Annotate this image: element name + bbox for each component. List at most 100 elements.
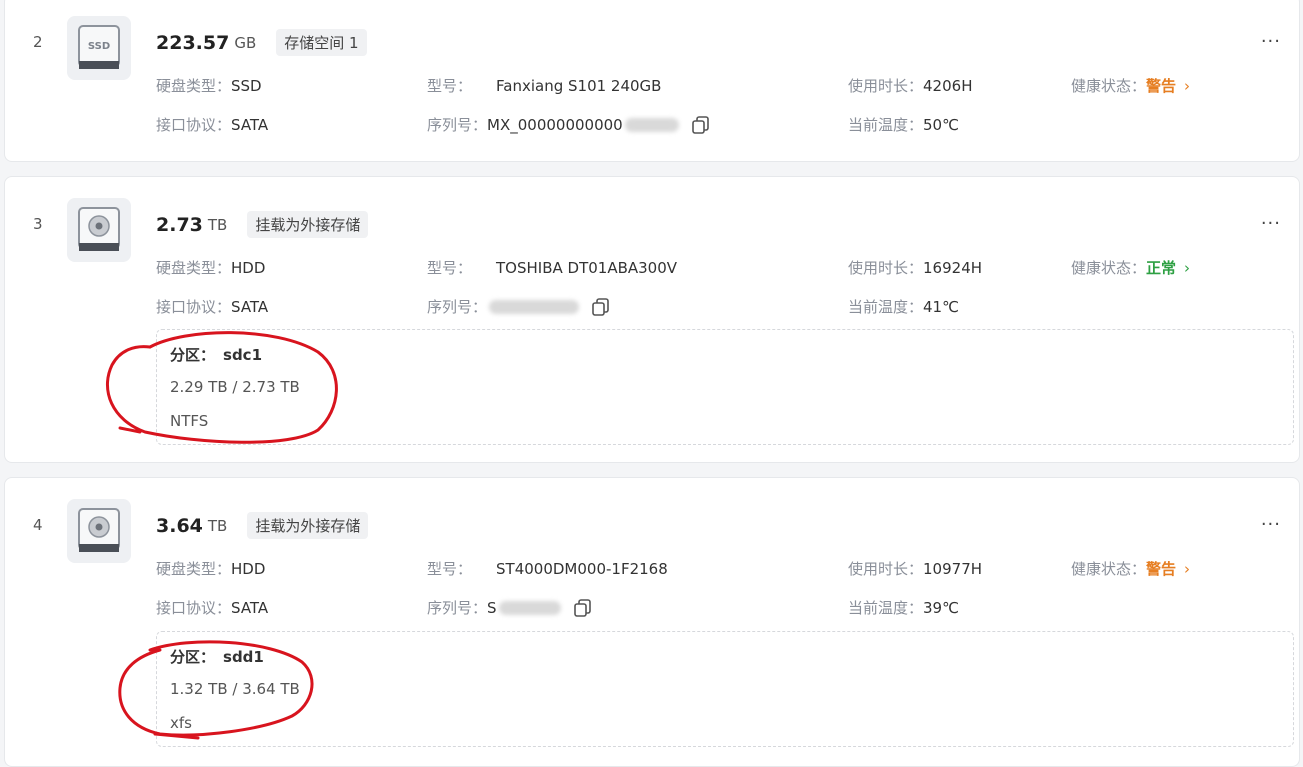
interface-value: SATA (231, 115, 269, 134)
more-options-button[interactable]: ··· (1261, 213, 1281, 234)
partition-filesystem: xfs (170, 714, 192, 732)
usage-hours-row: 使用时长： 10977H (848, 558, 982, 579)
disk-header: 223.57 GB 存储空间 1 (156, 29, 367, 56)
health-status[interactable]: 健康状态： 警告 › (1071, 75, 1190, 96)
model-value: TOSHIBA DT01ABA300V (496, 258, 678, 277)
disk-header: 2.73 TB 挂载为外接存储 (156, 211, 369, 238)
partition-size: 2.29 TB / 2.73 TB (170, 378, 300, 396)
model-value: Fanxiang S101 240GB (496, 76, 662, 95)
temperature-label: 当前温度： (848, 116, 924, 134)
model-row: 型号： Fanxiang S101 240GB (427, 75, 661, 96)
svg-text:SSD: SSD (88, 41, 110, 52)
usage-hours-value: 16924H (923, 258, 983, 277)
health-status[interactable]: 健康状态： 警告 › (1071, 558, 1190, 579)
interface-value: SATA (231, 297, 269, 316)
serial-row: 序列号： (427, 296, 611, 317)
disk-index: 4 (33, 516, 43, 534)
disk-card: 2 SSD 223.57 GB 存储空间 1 ··· 硬盘类型： SSD 接口协… (4, 0, 1300, 162)
capacity-value: 223.57 (156, 31, 230, 54)
capacity-unit: GB (234, 33, 257, 52)
partition-name: sdc1 (223, 346, 263, 364)
disk-header: 3.64 TB 挂载为外接存储 (156, 512, 369, 539)
interface-label: 接口协议： (156, 116, 232, 134)
disk-card: 4 3.64 TB 挂载为外接存储 ··· 硬盘类型： HDD 接口协议： SA… (4, 477, 1300, 767)
partition-panel: 分区： sdc1 2.29 TB / 2.73 TB NTFS (156, 329, 1294, 445)
health-status[interactable]: 健康状态： 正常 › (1071, 257, 1190, 278)
storage-tag: 挂载为外接存储 (247, 211, 369, 238)
copy-icon[interactable] (591, 297, 611, 317)
serial-label: 序列号： (427, 599, 488, 617)
usage-hours-label: 使用时长： (848, 77, 924, 95)
copy-icon[interactable] (691, 115, 711, 135)
health-label: 健康状态： (1071, 560, 1147, 578)
partition-name: sdd1 (223, 648, 264, 666)
chevron-right-icon[interactable]: › (1184, 560, 1190, 578)
capacity-unit: TB (207, 215, 228, 234)
model-value: ST4000DM000-1F2168 (496, 559, 668, 578)
temperature-value: 39℃ (923, 598, 959, 617)
health-value[interactable]: 警告 (1146, 558, 1176, 579)
model-label: 型号： (427, 259, 473, 277)
disk-type-row: 硬盘类型： HDD (156, 257, 265, 278)
capacity-value: 3.64 (156, 514, 203, 537)
copy-icon[interactable] (573, 598, 593, 618)
serial-row: 序列号： MX_00000000000 (427, 114, 711, 135)
usage-hours-row: 使用时长： 16924H (848, 257, 982, 278)
temperature-label: 当前温度： (848, 298, 924, 316)
partition-panel: 分区： sdd1 1.32 TB / 3.64 TB xfs (156, 631, 1294, 747)
hdd-icon (67, 198, 131, 262)
partition-title: 分区： sdd1 (170, 646, 264, 667)
interface-label: 接口协议： (156, 599, 232, 617)
capacity-value: 2.73 (156, 213, 203, 236)
partition-filesystem: NTFS (170, 412, 209, 430)
temperature-label: 当前温度： (848, 599, 924, 617)
serial-label: 序列号： (427, 116, 488, 134)
chevron-right-icon[interactable]: › (1184, 77, 1190, 95)
model-row: 型号： ST4000DM000-1F2168 (427, 558, 668, 579)
serial-value: S (487, 598, 497, 617)
interface-row: 接口协议： SATA (156, 597, 268, 618)
partition-size: 1.32 TB / 3.64 TB (170, 680, 300, 698)
disk-type-row: 硬盘类型： HDD (156, 558, 265, 579)
more-options-button[interactable]: ··· (1261, 31, 1281, 52)
serial-label: 序列号： (427, 298, 488, 316)
model-label: 型号： (427, 77, 473, 95)
model-label: 型号： (427, 560, 473, 578)
usage-hours-value: 10977H (923, 559, 983, 578)
usage-hours-row: 使用时长： 4206H (848, 75, 972, 96)
partition-label: 分区： (170, 648, 216, 666)
hdd-icon (67, 499, 131, 563)
interface-row: 接口协议： SATA (156, 114, 268, 135)
partition-title: 分区： sdc1 (170, 344, 262, 365)
serial-redaction (489, 299, 580, 314)
temperature-value: 41℃ (923, 297, 959, 316)
chevron-right-icon[interactable]: › (1184, 259, 1190, 277)
temperature-value: 50℃ (923, 115, 959, 134)
interface-value: SATA (231, 598, 269, 617)
capacity-unit: TB (207, 516, 228, 535)
disk-type-label: 硬盘类型： (156, 560, 232, 578)
more-options-button[interactable]: ··· (1261, 514, 1281, 535)
interface-label: 接口协议： (156, 298, 232, 316)
disk-type-label: 硬盘类型： (156, 77, 232, 95)
disk-type-row: 硬盘类型： SSD (156, 75, 262, 96)
disk-card: 3 2.73 TB 挂载为外接存储 ··· 硬盘类型： HDD 接口协议： SA… (4, 176, 1300, 463)
storage-tag: 存储空间 1 (276, 29, 367, 56)
disk-type-value: HDD (231, 258, 266, 277)
disk-type-value: HDD (231, 559, 266, 578)
serial-row: 序列号： S (427, 597, 593, 618)
health-label: 健康状态： (1071, 77, 1147, 95)
health-value[interactable]: 正常 (1146, 257, 1176, 278)
temperature-row: 当前温度： 41℃ (848, 296, 959, 317)
disk-type-value: SSD (231, 76, 262, 95)
serial-redaction (624, 117, 679, 132)
temperature-row: 当前温度： 50℃ (848, 114, 959, 135)
health-value[interactable]: 警告 (1146, 75, 1176, 96)
temperature-row: 当前温度： 39℃ (848, 597, 959, 618)
model-row: 型号： TOSHIBA DT01ABA300V (427, 257, 677, 278)
disk-type-label: 硬盘类型： (156, 259, 232, 277)
storage-tag: 挂载为外接存储 (247, 512, 369, 539)
ssd-icon: SSD (67, 16, 131, 80)
serial-redaction (498, 600, 561, 615)
partition-label: 分区： (170, 346, 216, 364)
